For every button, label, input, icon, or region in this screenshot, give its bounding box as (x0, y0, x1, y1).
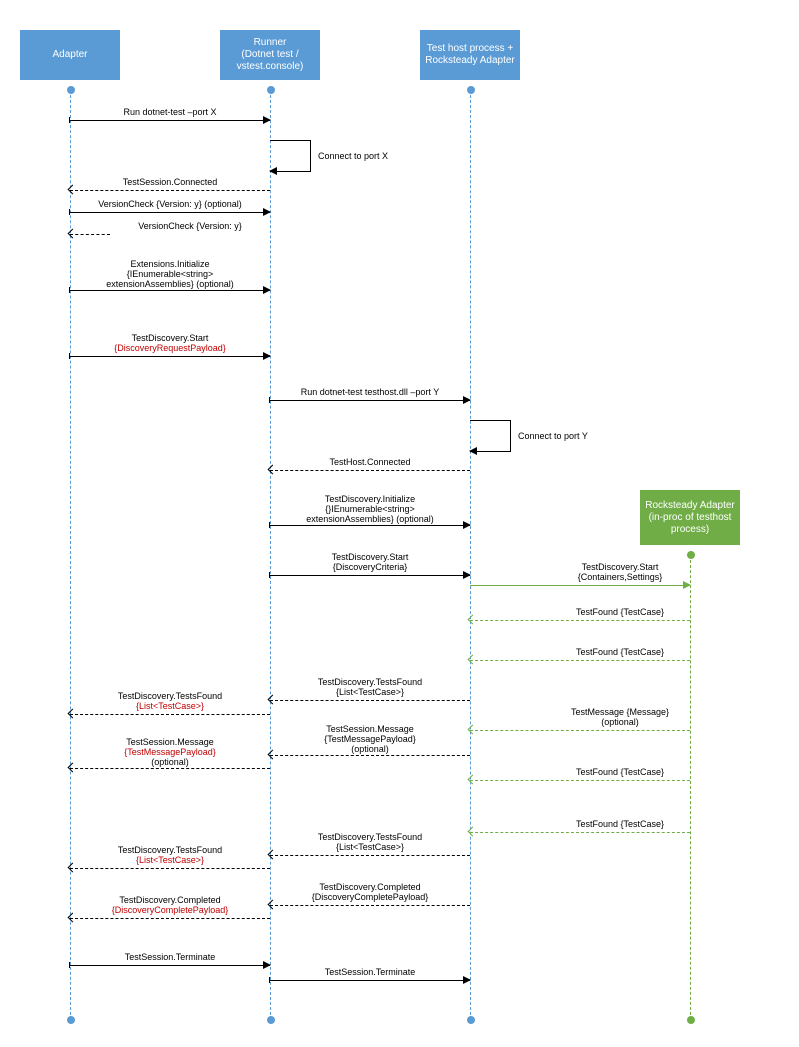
msg-label: TestSession.Connected (123, 177, 218, 187)
msg-label: VersionCheck {Version: y} (optional) (98, 199, 242, 209)
actor-testhost: Test host process + Rocksteady Adapter (420, 30, 520, 80)
actor-label: Adapter (52, 49, 87, 61)
msg-label: TestSession.Message (126, 737, 214, 747)
msg-label: Run dotnet-test testhost.dll –port Y (301, 387, 439, 397)
actor-rocksteady: Rocksteady Adapter (in-proc of testhost … (640, 490, 740, 545)
msg-label: TestFound {TestCase} (576, 819, 664, 829)
msg-label: TestSession.Terminate (125, 952, 216, 962)
msg-label: (optional) (151, 757, 189, 767)
msg-label: {DiscoveryRequestPayload} (114, 343, 226, 353)
msg-label: {DiscoveryCompletePayload} (312, 892, 429, 902)
msg-label: TestSession.Message (326, 724, 414, 734)
msg-label: {List<TestCase>} (136, 701, 204, 711)
msg-label: TestFound {TestCase} (576, 607, 664, 617)
msg-label: TestDiscovery.Completed (119, 895, 220, 905)
msg-label: TestDiscovery.Start (332, 552, 409, 562)
actor-label: Runner (Dotnet test / vstest.console) (237, 37, 304, 73)
actor-adapter: Adapter (20, 30, 120, 80)
msg-label: Run dotnet-test –port X (123, 107, 216, 117)
msg-label: TestDiscovery.Initialize (325, 494, 415, 504)
msg-label: TestSession.Terminate (325, 967, 416, 977)
msg-label: {IEnumerable<string> (127, 269, 214, 279)
msg-label: (optional) (351, 744, 389, 754)
msg-label: {}IEnumerable<string> (325, 504, 415, 514)
msg-label: TestMessage {Message} (571, 707, 669, 717)
msg-label: {List<TestCase>} (336, 687, 404, 697)
msg-label: extensionAssemblies} (optional) (106, 279, 234, 289)
actor-label: Rocksteady Adapter (in-proc of testhost … (645, 500, 735, 536)
lifeline-rocksteady (690, 555, 691, 1020)
msg-label: {TestMessagePayload} (124, 747, 216, 757)
msg-label: TestDiscovery.TestsFound (318, 677, 422, 687)
msg-label: {TestMessagePayload} (324, 734, 416, 744)
msg-label: {List<TestCase>} (136, 855, 204, 865)
msg-label: Extensions.Initialize (130, 259, 209, 269)
msg-connect-port-y: Connect to port Y (470, 420, 511, 452)
msg-label: TestFound {TestCase} (576, 767, 664, 777)
msg-label: {DiscoveryCriteria} (333, 562, 408, 572)
msg-label: {List<TestCase>} (336, 842, 404, 852)
sequence-diagram: Adapter Runner (Dotnet test / vstest.con… (0, 0, 799, 1047)
msg-label: Connect to port X (318, 151, 388, 161)
msg-label: extensionAssemblies} (optional) (306, 514, 434, 524)
msg-label: TestDiscovery.Completed (319, 882, 420, 892)
msg-label: Connect to port Y (518, 431, 588, 441)
msg-label: VersionCheck {Version: y} (138, 221, 242, 231)
msg-label: TestDiscovery.Start (132, 333, 209, 343)
msg-label: {Containers,Settings} (578, 572, 663, 582)
msg-connect-port-x: Connect to port X (270, 140, 311, 172)
msg-label: TestDiscovery.TestsFound (118, 845, 222, 855)
msg-label: TestHost.Connected (329, 457, 410, 467)
actor-label: Test host process + Rocksteady Adapter (425, 43, 515, 67)
msg-label: TestDiscovery.TestsFound (118, 691, 222, 701)
actor-runner: Runner (Dotnet test / vstest.console) (220, 30, 320, 80)
lifeline-testhost (470, 90, 471, 1020)
msg-label: TestDiscovery.TestsFound (318, 832, 422, 842)
msg-label: TestFound {TestCase} (576, 647, 664, 657)
msg-label: {DiscoveryCompletePayload} (112, 905, 229, 915)
msg-label: (optional) (601, 717, 639, 727)
msg-label: TestDiscovery.Start (582, 562, 659, 572)
